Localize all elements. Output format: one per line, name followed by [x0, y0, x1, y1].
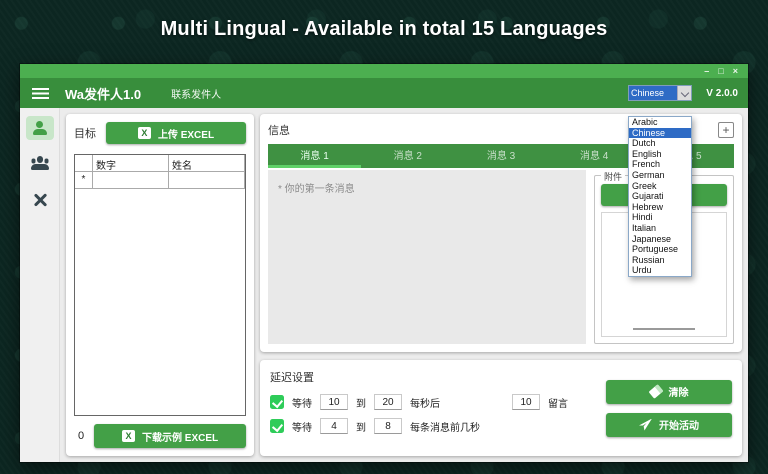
page-title: Multi Lingual - Available in total 15 La… — [0, 18, 768, 41]
language-option[interactable]: Japanese — [629, 234, 691, 245]
download-sample-excel-button[interactable]: X 下载示例 EXCEL — [94, 424, 246, 448]
language-option[interactable]: Hindi — [629, 212, 691, 223]
to-label: 到 — [356, 419, 366, 434]
table-header-row: 数字 姓名 — [75, 155, 245, 172]
tab-message-4[interactable]: 消息 4 — [548, 144, 641, 168]
checkbox-checked[interactable] — [270, 395, 284, 409]
language-option-selected[interactable]: Chinese — [629, 128, 691, 139]
language-select[interactable]: Chinese — [628, 85, 692, 101]
delay-settings-panel: 延迟设置 等待 到 每秒后 留言 — [260, 360, 742, 456]
language-option[interactable]: Gujarati — [629, 191, 691, 202]
language-option[interactable]: Dutch — [629, 138, 691, 149]
new-row-marker: * — [75, 172, 93, 189]
message-text-input[interactable] — [268, 170, 586, 344]
send-icon — [639, 419, 652, 431]
download-sample-excel-label: 下载示例 EXCEL — [142, 429, 218, 444]
excel-icon: X — [122, 430, 135, 442]
checkbox-checked[interactable] — [270, 419, 284, 433]
name-cell[interactable] — [169, 172, 245, 189]
app-header: Wa发件人1.0 联系发件人 Chinese V 2.0.0 Arabic Ch… — [20, 78, 748, 108]
horizontal-scrollbar[interactable] — [633, 328, 695, 330]
language-dropdown-list: Arabic Chinese Dutch English French Germ… — [628, 116, 692, 277]
wait-label: 等待 — [292, 419, 312, 434]
language-option[interactable]: English — [629, 149, 691, 160]
attachments-label: 附件 — [601, 170, 625, 183]
wait-label: 等待 — [292, 395, 312, 410]
delay2-to-input[interactable] — [374, 418, 402, 434]
to-label: 到 — [356, 395, 366, 410]
row-selector-header — [75, 155, 93, 172]
upload-excel-label: 上传 EXCEL — [158, 126, 214, 141]
language-option[interactable]: Italian — [629, 223, 691, 234]
message-count-label: 留言 — [548, 395, 568, 410]
message-count-input[interactable] — [512, 394, 540, 410]
start-label: 开始活动 — [659, 417, 699, 432]
delay-row-1: 等待 到 每秒后 留言 — [270, 394, 596, 410]
column-header-name: 姓名 — [169, 155, 245, 172]
contacts-count: 0 — [74, 430, 84, 442]
number-cell[interactable] — [93, 172, 169, 189]
language-option[interactable]: Portuguese — [629, 244, 691, 255]
app-window: – □ × Wa发件人1.0 联系发件人 Chinese V 2.0.0 Ara… — [20, 64, 748, 462]
delay-settings-actions: 清除 开始活动 — [606, 368, 732, 448]
sidebar-item-tools[interactable] — [31, 191, 49, 214]
chevron-down-icon[interactable] — [677, 86, 691, 100]
clear-button[interactable]: 清除 — [606, 380, 732, 404]
app-title: Wa发件人1.0 — [65, 84, 141, 103]
delay-suffix-label: 每秒后 — [410, 395, 440, 410]
contacts-table[interactable]: 数字 姓名 * — [74, 154, 246, 416]
clear-label: 清除 — [669, 384, 689, 399]
language-option[interactable]: Arabic — [629, 117, 691, 128]
targets-title: 目标 — [74, 125, 96, 141]
language-option[interactable]: Greek — [629, 181, 691, 192]
version-label: V 2.0.0 — [706, 88, 738, 99]
eraser-icon — [648, 384, 663, 399]
start-campaign-button[interactable]: 开始活动 — [606, 413, 732, 437]
language-option[interactable]: Russian — [629, 255, 691, 266]
language-option[interactable]: Urdu — [629, 265, 691, 276]
maximize-button[interactable]: □ — [718, 67, 723, 76]
add-message-tab-button[interactable]: + — [718, 122, 734, 138]
excel-icon: X — [138, 127, 151, 139]
sidebar-item-contacts[interactable] — [26, 116, 54, 140]
menu-icon[interactable] — [32, 88, 49, 99]
language-option[interactable]: French — [629, 159, 691, 170]
targets-panel: 目标 X 上传 EXCEL 数字 姓名 * — [66, 114, 254, 456]
delay-from-input[interactable] — [320, 394, 348, 410]
tab-message-1[interactable]: 消息 1 — [268, 144, 361, 168]
delay-settings-left: 延迟设置 等待 到 每秒后 留言 — [270, 368, 596, 448]
tab-message-3[interactable]: 消息 3 — [454, 144, 547, 168]
language-option[interactable]: Hebrew — [629, 202, 691, 213]
language-option[interactable]: German — [629, 170, 691, 181]
upload-excel-button[interactable]: X 上传 EXCEL — [106, 122, 246, 144]
language-select-value: Chinese — [629, 86, 677, 100]
targets-footer: 0 X 下载示例 EXCEL — [74, 424, 246, 448]
minimize-button[interactable]: – — [704, 67, 709, 76]
sidebar-item-groups[interactable] — [29, 156, 51, 175]
column-header-number: 数字 — [93, 155, 169, 172]
message-panel-title: 信息 — [268, 122, 290, 138]
person-icon — [32, 121, 48, 135]
targets-header: 目标 X 上传 EXCEL — [74, 122, 246, 144]
close-button[interactable]: × — [733, 67, 738, 76]
table-row[interactable]: * — [75, 172, 245, 189]
app-subtitle: 联系发件人 — [171, 86, 221, 101]
delay2-from-input[interactable] — [320, 418, 348, 434]
delay2-suffix-label: 每条消息前几秒 — [410, 419, 480, 434]
delay-row-2: 等待 到 每条消息前几秒 — [270, 418, 596, 434]
sidebar — [20, 108, 60, 462]
delay-settings-title: 延迟设置 — [270, 372, 314, 384]
tab-message-2[interactable]: 消息 2 — [361, 144, 454, 168]
delay-to-input[interactable] — [374, 394, 402, 410]
window-titlebar: – □ × — [20, 64, 748, 78]
group-icon — [29, 156, 51, 170]
tools-icon — [31, 191, 49, 209]
